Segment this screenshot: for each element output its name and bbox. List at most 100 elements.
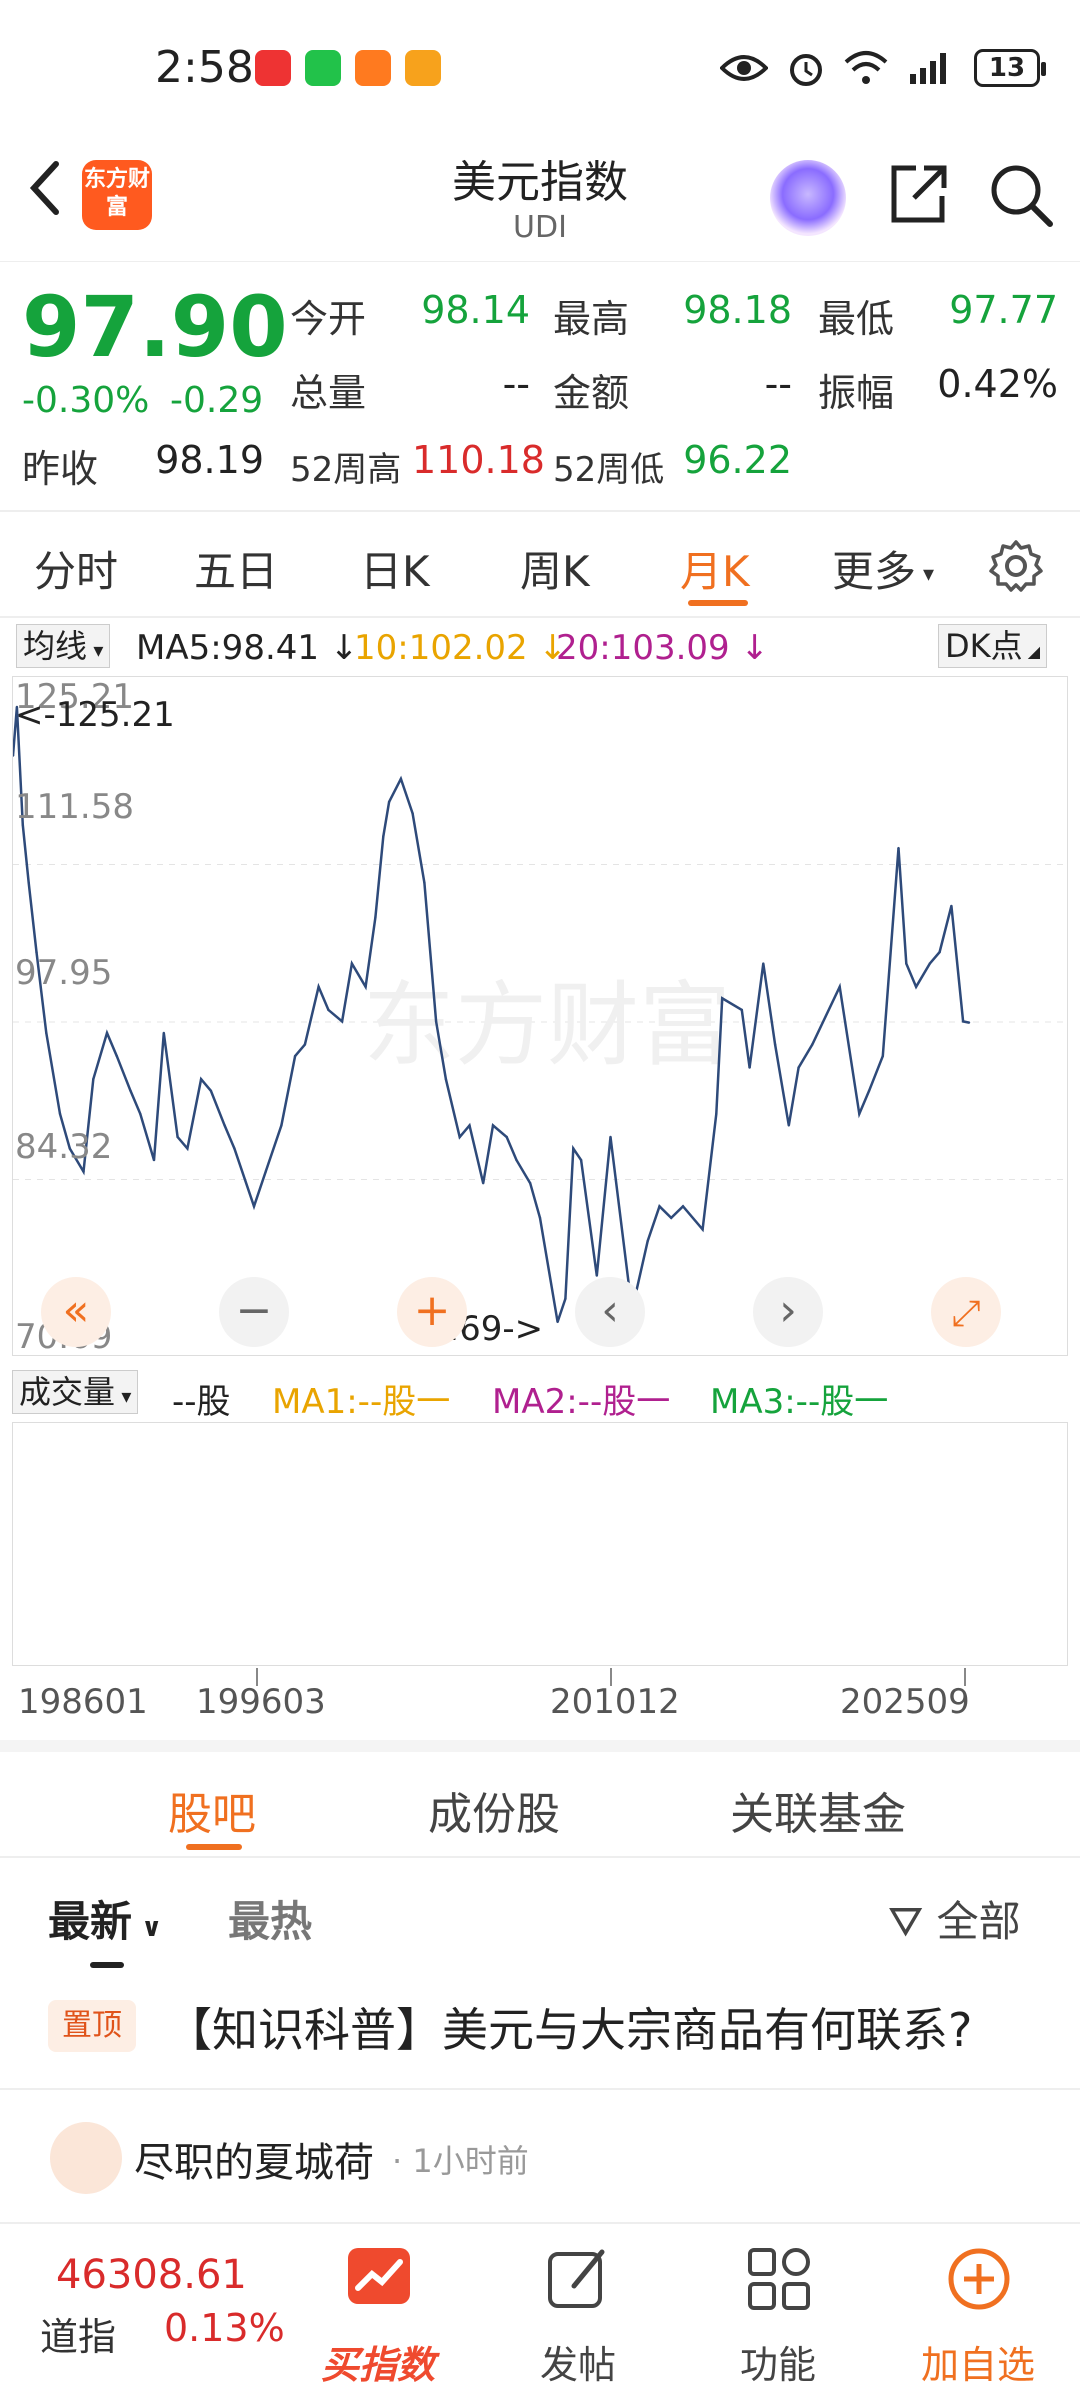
avatar[interactable] [50,2122,122,2194]
amplitude-label: 振幅 [818,371,895,415]
price-point [27,881,30,884]
tab-constituents[interactable]: 成份股 [428,1778,560,1842]
caret-down-icon: ▾ [115,1384,132,1408]
price-point [914,985,918,988]
x-tick-label: 199603 [196,1682,326,1722]
caret-down-icon: ▾ [916,562,935,587]
dow-index-name[interactable]: 道指 [40,2306,116,2361]
sort-hot[interactable]: 最热 [228,1888,312,1949]
dow-index-value[interactable]: 46308.61 [56,2252,247,2298]
pinned-badge: 置顶 [48,2000,136,2052]
dow-index-change[interactable]: 0.13% [164,2306,285,2350]
tab-more[interactable]: 更多 ▾ [832,538,934,599]
dk-point-button[interactable]: DK点 ◢ [938,624,1048,668]
price-point [317,985,320,988]
price-point [797,1066,800,1069]
price-point [252,1205,256,1208]
grid-functions-icon[interactable] [744,2244,814,2314]
y-tick-label: 84.32 [15,1127,113,1167]
trend-chart-icon[interactable] [344,2244,414,2314]
down-arrow-icon: ↓ [319,628,359,668]
prev-close-label: 昨收 [22,447,99,491]
share-icon[interactable] [886,162,950,226]
price-point [670,1216,673,1220]
status-time: 2:58 [155,42,254,93]
tab-daily-k[interactable]: 日K [360,538,430,599]
price-point [881,1054,884,1058]
vol-ma2: MA2:--股一 [492,1382,671,1422]
price-chart-svg: 东方财富 [13,705,1069,1324]
edit-post-icon[interactable] [544,2244,614,2314]
prev-close-value: 98.19 [155,438,264,482]
tab-five-day[interactable]: 五日 [194,538,278,599]
ma10-text: 10:102.02 [354,628,528,668]
volume-chart[interactable] [12,1422,1068,1666]
price-point [162,1031,165,1035]
price-point [658,1205,661,1208]
price-point [961,1020,965,1023]
price-point [762,962,765,965]
fullscreen-button[interactable]: ⤢ [931,1277,1001,1347]
sort-latest[interactable]: 最新 ∨ [48,1888,162,1949]
max-price-label: <-125.21 [15,695,175,735]
chevron-left-icon: ‹ [601,1285,619,1336]
low-value: 97.77 [949,288,1058,332]
indicator-selector[interactable]: 成交量 ▾ [12,1370,139,1414]
prev-button[interactable]: ‹ [575,1277,645,1347]
price-point [82,1170,85,1173]
volume-value: -- [502,362,530,406]
caret-down-icon: ▾ [87,638,104,662]
indicator-selector-label: 成交量 [19,1373,116,1411]
volume-legend: 成交量 ▾ --股 MA1:--股一 MA2:--股一 MA3:--股一 [0,1362,1080,1422]
vol-ma3: MA3:--股一 [710,1382,889,1422]
zoom-in-button[interactable]: + [397,1277,467,1347]
price-point [444,1078,448,1081]
price-point [327,1008,330,1012]
add-watchlist-button[interactable]: 加自选 [908,2334,1048,2389]
tab-monthly-k[interactable]: 月K [680,538,750,599]
expand-icon: ⤢ [951,1293,981,1334]
pinned-post[interactable]: 置顶 【知识科普】美元与大宗商品有何联系? [0,1980,1080,2090]
section-divider [0,1740,1080,1752]
filter-button[interactable]: ⛛ 全部 [888,1888,1021,1949]
add-circle-icon[interactable] [944,2244,1014,2314]
search-icon[interactable] [988,162,1054,228]
tab-intraday[interactable]: 分时 [34,538,118,599]
price-point [105,1031,109,1035]
price-chart[interactable]: 东方财富 125.21 111.58 97.95 84.32 70.69 <-1… [12,676,1069,1357]
tab-stock-forum[interactable]: 股吧 [168,1778,256,1842]
price-point [491,1124,495,1127]
price-point [905,962,908,965]
price-point [139,1112,142,1116]
ma-selector[interactable]: 均线 ▾ [16,624,111,668]
price-point [209,1089,213,1092]
post-username[interactable]: 尽职的夏城荷 [134,2130,374,2188]
low-label: 最低 [818,297,895,341]
tab-related-funds[interactable]: 关联基金 [730,1778,906,1842]
next-button[interactable]: › [753,1277,823,1347]
vol-ma1: MA1:--股一 [272,1382,451,1422]
tab-weekly-k[interactable]: 周K [520,538,590,599]
zoom-out-button[interactable]: − [219,1277,289,1347]
price-point [787,1124,790,1127]
community-tabs: 股吧 成份股 关联基金 [0,1752,1080,1858]
plus-icon: + [413,1285,451,1336]
sort-latest-label: 最新 [48,1897,133,1946]
price-point [92,1078,95,1081]
price-point [681,1205,685,1208]
ma5-value: MA5:98.41 ↓ [136,628,358,668]
scroll-to-start-button[interactable]: « [41,1277,111,1347]
amount-value: -- [764,362,792,406]
functions-button[interactable]: 功能 [708,2334,848,2389]
chart-period-tabs: 分时 五日 日K 周K 月K 更多 ▾ [0,512,1080,618]
active-tab-underline [186,1844,242,1850]
post-item[interactable]: 尽职的夏城荷 · 1小时前 [0,2110,1080,2220]
assistant-robot-icon[interactable] [770,160,846,236]
x-tick-label: 202509 [840,1682,970,1722]
price-point [468,1124,471,1127]
gear-icon[interactable] [988,538,1044,594]
price-point [458,1135,461,1139]
filter-icon: ⛛ [888,1897,937,1946]
buy-index-button[interactable]: 买指数 [308,2334,448,2389]
post-button[interactable]: 发帖 [508,2334,648,2389]
